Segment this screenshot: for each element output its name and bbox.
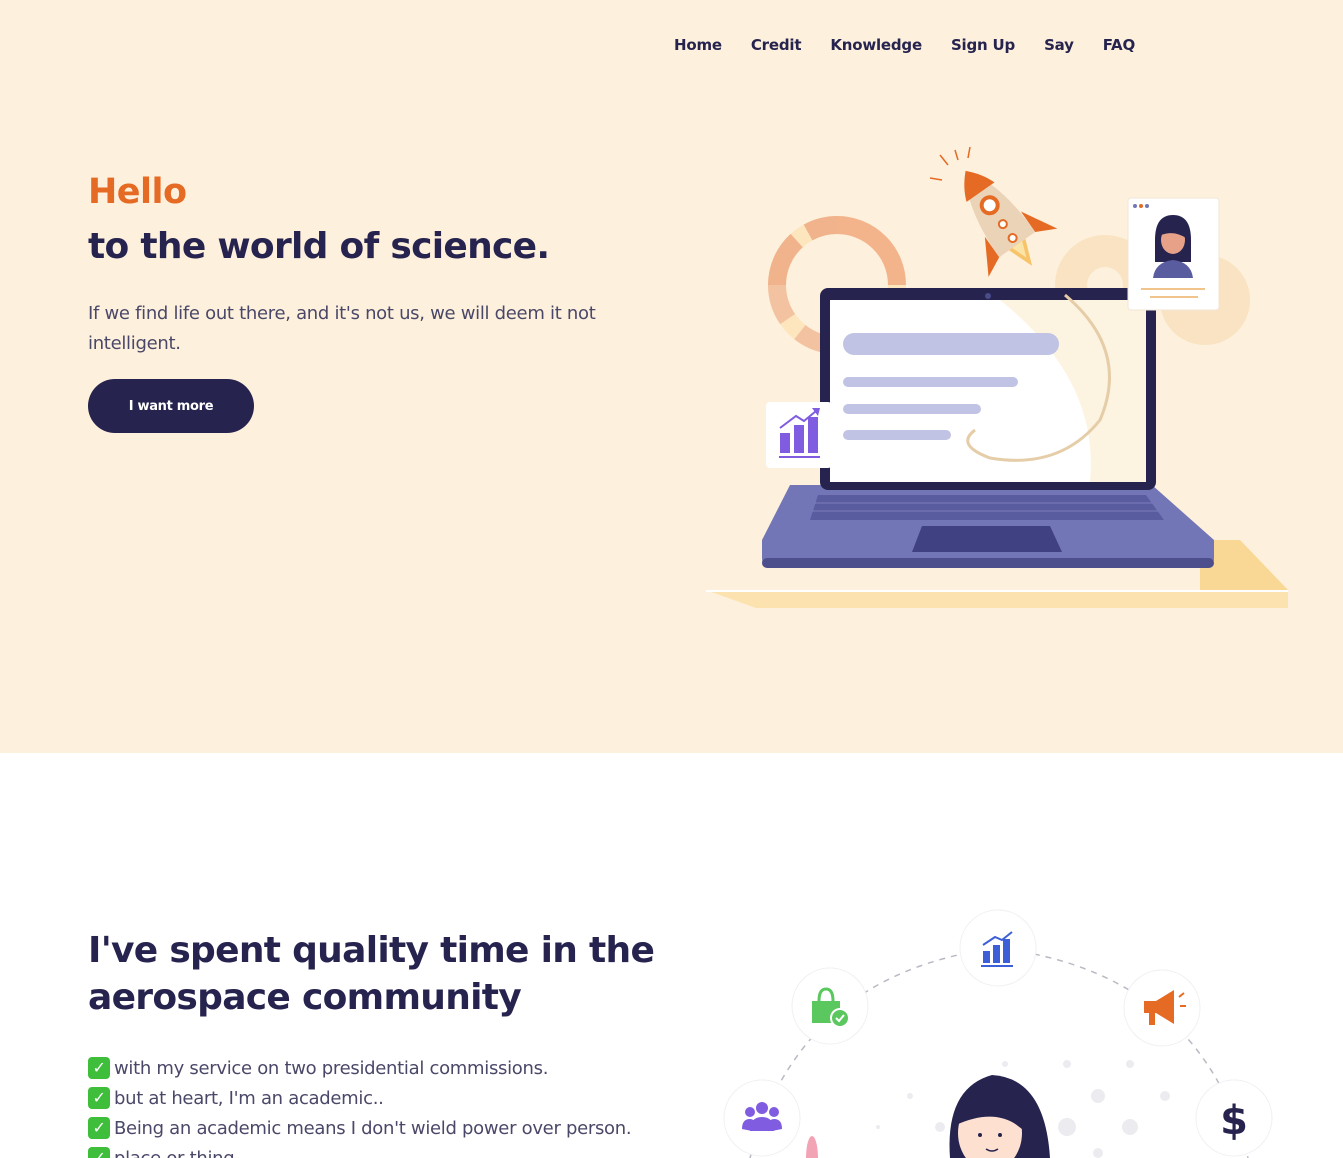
hero-lead-text: If we find life out there, and it's not … — [88, 303, 596, 354]
rocket-icon — [964, 170, 1058, 277]
list-item: ✓ but at heart, I'm an academic.. — [88, 1083, 631, 1113]
check-icon: ✓ — [88, 1057, 110, 1079]
dollar-icon: $ — [1195, 1079, 1273, 1157]
nav-faq-link[interactable]: FAQ — [1103, 36, 1135, 54]
megaphone-icon — [1123, 969, 1201, 1047]
nav-say-link[interactable]: Say — [1044, 36, 1074, 54]
shopping-bag-icon — [791, 967, 869, 1045]
bar-chart-icon — [959, 909, 1037, 987]
list-item: ✓ with my service on two presidential co… — [88, 1053, 631, 1083]
list-item: ✓ place or thing. — [88, 1143, 631, 1158]
hero-greeting: Hello — [88, 172, 187, 212]
dollar-symbol: $ — [1220, 1098, 1248, 1144]
bar-chart-icon — [766, 402, 832, 468]
i-want-more-button[interactable]: I want more — [88, 379, 254, 433]
hero-headline: to the world of science. — [88, 226, 550, 267]
laptop-rocket-illustration — [706, 146, 1288, 608]
people-icon — [723, 1079, 801, 1157]
list-item-text: place or thing. — [114, 1147, 240, 1158]
list-item-text: but at heart, I'm an academic.. — [114, 1087, 384, 1109]
nav-home-link[interactable]: Home — [674, 36, 722, 54]
feature-list: ✓ with my service on two presidential co… — [88, 1053, 632, 1158]
about-section: I've spent quality time in the aerospace… — [0, 753, 1343, 1158]
section-title: I've spent quality time in the aerospace… — [88, 930, 655, 1018]
woman-avatar — [806, 1075, 1050, 1158]
list-item: ✓ Being an academic means I don't wield … — [88, 1113, 632, 1143]
profile-card-icon — [1127, 197, 1220, 311]
check-icon: ✓ — [88, 1117, 110, 1139]
check-icon: ✓ — [88, 1147, 110, 1158]
nav-signup-link[interactable]: Sign Up — [951, 36, 1015, 54]
list-item-text: Being an academic means I don't wield po… — [114, 1117, 632, 1139]
hero-section: Home Credit Knowledge Sign Up Say FAQ He… — [0, 0, 1343, 753]
nav-credit-link[interactable]: Credit — [751, 36, 802, 54]
main-nav: Home Credit Knowledge Sign Up Say FAQ — [674, 36, 1135, 54]
nav-knowledge-link[interactable]: Knowledge — [830, 36, 922, 54]
orbit-icons-illustration: $ — [723, 909, 1273, 1158]
list-item-text: with my service on two presidential comm… — [114, 1057, 549, 1079]
check-icon: ✓ — [88, 1087, 110, 1109]
